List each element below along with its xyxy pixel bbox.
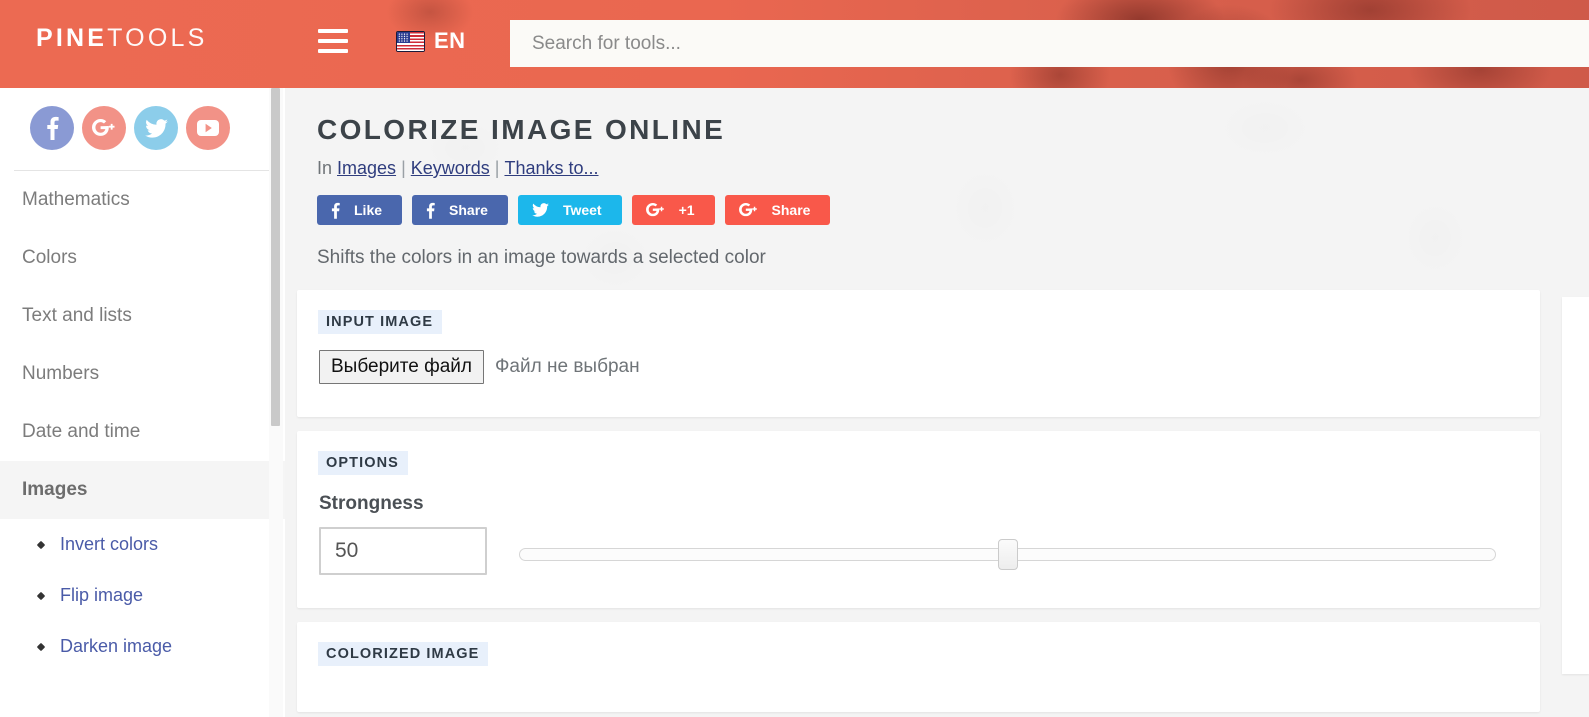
language-selector[interactable]: EN: [396, 28, 466, 54]
options-card: OPTIONS Strongness: [297, 431, 1540, 608]
share-button-label: +1: [678, 202, 695, 218]
colorized-image-card: COLORIZED IMAGE: [297, 622, 1540, 712]
breadcrumb-prefix: In: [317, 158, 333, 178]
breadcrumb-link-images[interactable]: Images: [337, 158, 396, 178]
hamburger-bar: [318, 49, 348, 53]
google-plus-icon[interactable]: [82, 106, 126, 150]
google-plus-icon: [738, 202, 758, 218]
breadcrumb: In Images | Keywords | Thanks to...: [317, 158, 1589, 179]
site-header: PINETOOLS EN: [0, 0, 1589, 88]
input-image-card: INPUT IMAGE Выберите файл Файл не выбран: [297, 290, 1540, 417]
facebook-share-button[interactable]: Share: [412, 195, 508, 225]
sidebar-subitem-darken-image[interactable]: Darken image: [0, 621, 285, 672]
breadcrumb-link-thanks-to[interactable]: Thanks to...: [504, 158, 598, 178]
main-content: COLORIZE IMAGE ONLINE In Images | Keywords…: [285, 88, 1589, 717]
sidebar-scrollbar-thumb[interactable]: [271, 88, 280, 426]
sidebar-item-mathematics[interactable]: Mathematics: [0, 171, 285, 229]
google-plus-icon: [645, 202, 665, 218]
logo[interactable]: PINETOOLS: [36, 24, 207, 53]
hamburger-bar: [318, 29, 348, 33]
bullet-icon: [36, 642, 46, 651]
colorized-image-section-label: COLORIZED IMAGE: [318, 642, 489, 666]
strongness-slider[interactable]: [519, 527, 1496, 575]
facebook-f-icon: [426, 202, 435, 219]
bullet-icon: [36, 540, 46, 549]
sidebar-item-numbers[interactable]: Numbers: [0, 345, 285, 403]
share-button-label: Tweet: [562, 202, 602, 218]
tool-description: Shifts the colors in an image towards a …: [317, 247, 766, 268]
youtube-icon[interactable]: [186, 106, 230, 150]
right-rail-card: [1562, 297, 1589, 674]
input-image-section-label: INPUT IMAGE: [318, 310, 443, 334]
share-button-label: Like: [354, 202, 383, 218]
share-button-label: Share: [771, 202, 811, 218]
choose-file-button[interactable]: Выберите файл: [319, 350, 484, 384]
logo-light-part: TOOLS: [107, 24, 208, 52]
logo-bold-part: PINE: [36, 24, 108, 52]
sidebar-scrollbar-track[interactable]: [269, 88, 283, 717]
strongness-control-row: [319, 527, 1540, 575]
sidebar-item-text-and-lists[interactable]: Text and lists: [0, 287, 285, 345]
strongness-input[interactable]: [319, 527, 487, 575]
language-code: EN: [434, 28, 466, 53]
facebook-icon[interactable]: [30, 106, 74, 150]
sidebar-subitem-label: Darken image: [60, 636, 173, 656]
sidebar-item-date-and-time[interactable]: Date and time: [0, 403, 285, 461]
right-rail: [1562, 88, 1589, 717]
facebook-like-button[interactable]: Like: [317, 195, 403, 225]
slider-handle[interactable]: [997, 539, 1018, 570]
strongness-label: Strongness: [319, 493, 424, 514]
sidebar-subitem-label: Invert colors: [60, 534, 159, 554]
breadcrumb-link-keywords[interactable]: Keywords: [411, 158, 490, 178]
sidebar: Mathematics Colors Text and lists Number…: [0, 88, 285, 717]
twitter-tweet-button[interactable]: Tweet: [517, 195, 622, 225]
facebook-f-icon: [331, 202, 340, 219]
sidebar-item-colors[interactable]: Colors: [0, 229, 285, 287]
us-flag-icon: [396, 30, 425, 52]
sidebar-subitem-label: Flip image: [60, 585, 144, 605]
bullet-icon: [36, 591, 46, 600]
file-status-text: Файл не выбран: [494, 356, 640, 377]
share-button-label: Share: [449, 202, 488, 218]
google-plus-one-button[interactable]: +1: [631, 195, 715, 225]
twitter-icon[interactable]: [134, 106, 178, 150]
file-input-row: Выберите файл Файл не выбран: [319, 350, 1540, 384]
options-section-label: OPTIONS: [318, 451, 408, 475]
hamburger-bar: [318, 39, 348, 43]
sidebar-social-links: [0, 88, 285, 150]
sidebar-subitem-flip-image[interactable]: Flip image: [0, 570, 285, 621]
twitter-bird-icon: [532, 203, 549, 217]
search-input[interactable]: [510, 20, 1589, 67]
breadcrumb-separator: |: [494, 158, 500, 178]
share-button-group: Like Share Tweet +1 Share: [317, 195, 1589, 225]
sidebar-item-images[interactable]: Images: [0, 461, 285, 519]
hamburger-icon[interactable]: [318, 29, 348, 55]
page-title: COLORIZE IMAGE ONLINE: [317, 114, 726, 145]
breadcrumb-separator: |: [401, 158, 406, 178]
sidebar-subitem-invert-colors[interactable]: Invert colors: [0, 519, 285, 570]
google-plus-share-button[interactable]: Share: [724, 195, 831, 225]
